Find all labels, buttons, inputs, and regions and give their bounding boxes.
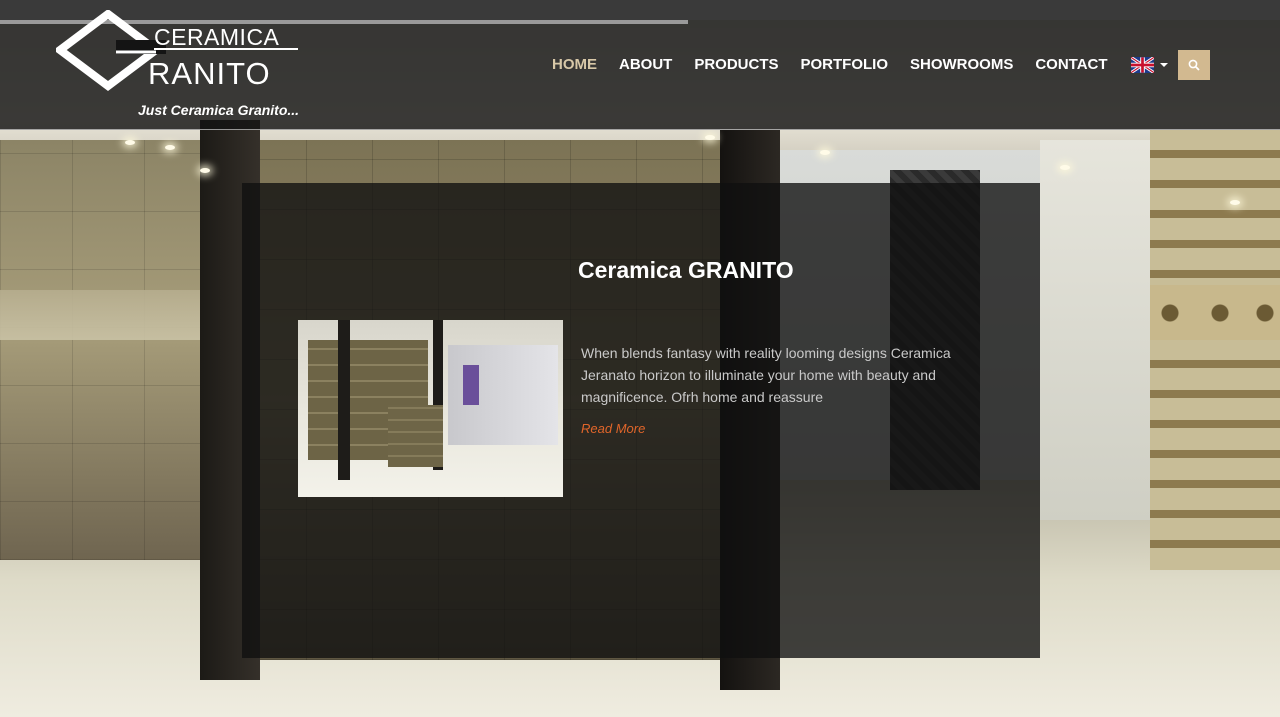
white-tile-strip [1040, 140, 1150, 520]
site-header: CERAMICA RANITO Just Ceramica Granito...… [0, 0, 1280, 130]
nav-item-products[interactable]: PRODUCTS [694, 56, 778, 73]
logo-text-top: CERAMICA [154, 24, 280, 50]
feature-description: When blends fantasy with reality looming… [581, 345, 951, 405]
read-more-link[interactable]: Read More [581, 421, 645, 436]
nav-item-contact[interactable]: CONTACT [1035, 56, 1107, 73]
nav-item-showrooms[interactable]: SHOWROOMS [910, 56, 1013, 73]
nav-item-home[interactable]: HOME [552, 56, 597, 73]
feature-panel: Ceramica GRANITO When blends fantasy wit… [242, 183, 1040, 658]
nav-item-portfolio[interactable]: PORTFOLIO [801, 56, 889, 73]
right-floral-band [1150, 285, 1280, 340]
feature-title: Ceramica GRANITO [578, 257, 794, 283]
right-wave-wall [1150, 130, 1280, 570]
site-tagline: Just Ceramica Granito... [138, 102, 300, 118]
language-selector[interactable] [1131, 57, 1168, 73]
showroom-thumbnail [298, 320, 563, 497]
search-icon [1188, 59, 1200, 71]
logo-text-bottom: RANITO [148, 56, 271, 91]
search-button[interactable] [1178, 50, 1210, 80]
site-logo[interactable]: CERAMICA RANITO [56, 10, 306, 100]
logo-rule [154, 48, 298, 50]
main-nav: HOME ABOUT PRODUCTS PORTFOLIO SHOWROOMS … [552, 56, 1130, 73]
uk-flag-icon [1131, 57, 1154, 73]
chevron-down-icon [1160, 63, 1168, 67]
nav-item-about[interactable]: ABOUT [619, 56, 672, 73]
